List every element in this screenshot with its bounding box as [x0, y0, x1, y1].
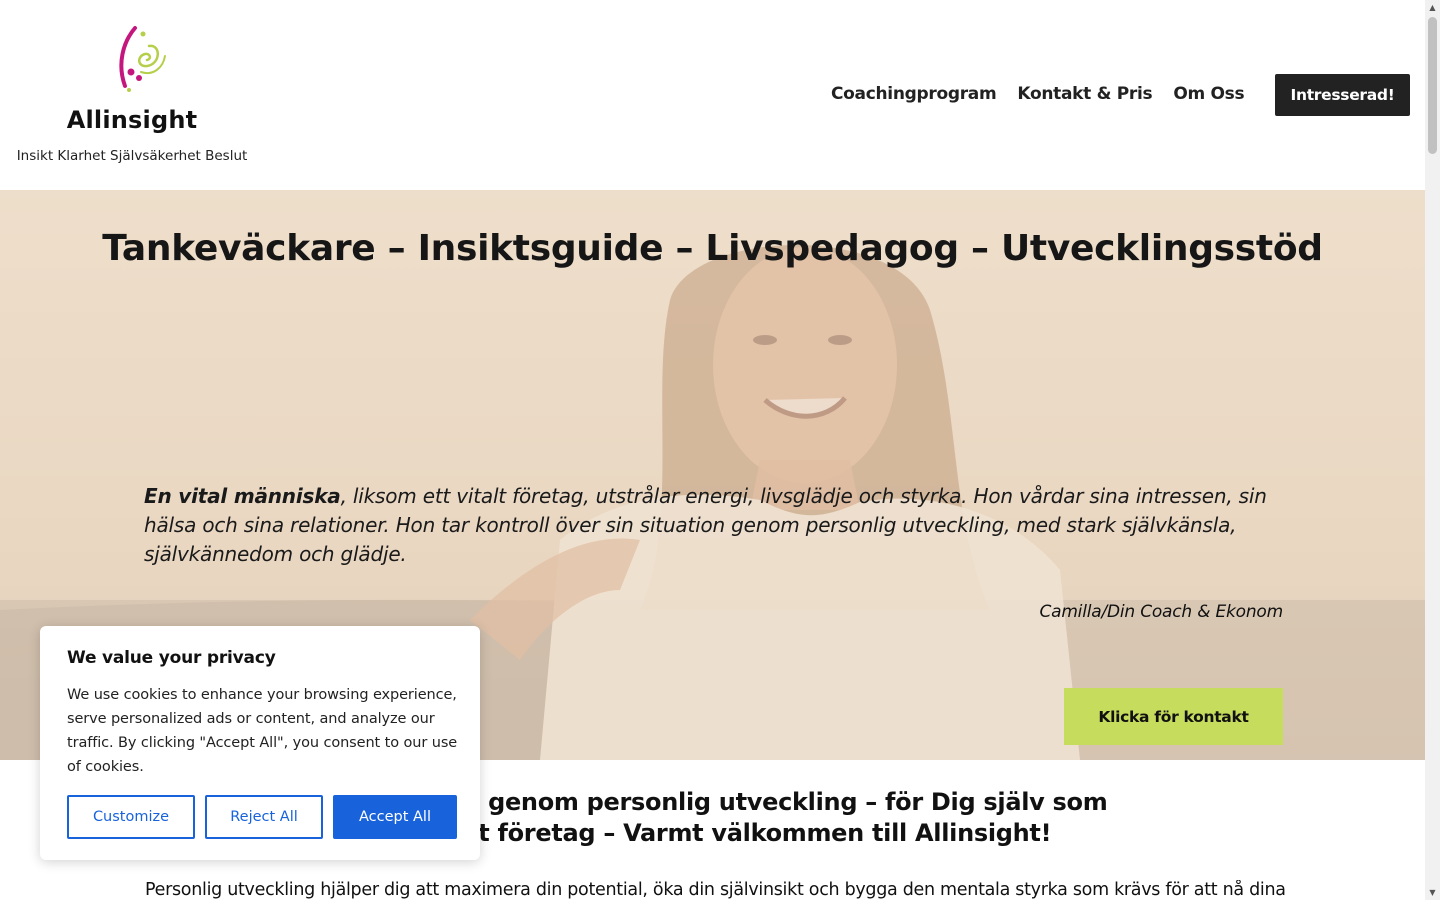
contact-cta-button[interactable]: Klicka för kontakt [1064, 688, 1283, 745]
intro-paragraph: Personlig utveckling hjälper dig att max… [145, 880, 1285, 900]
site-logo[interactable]: Allinsight Insikt Klarhet Självsäkerhet … [15, 16, 249, 176]
cookie-title: We value your privacy [67, 648, 276, 668]
cookie-button-group: Customize Reject All Accept All [67, 795, 457, 839]
site-tagline: Insikt Klarhet Självsäkerhet Beslut [16, 148, 248, 164]
scroll-up-arrow-icon[interactable]: ▲ [1425, 0, 1440, 15]
logo-swirl-icon [119, 26, 166, 92]
page-scrollbar[interactable]: ▲ ▼ [1425, 0, 1440, 900]
cookie-consent-banner: We value your privacy We use cookies to … [40, 626, 480, 860]
site-header: Allinsight Insikt Klarhet Självsäkerhet … [0, 0, 1425, 190]
hero-quote-emphasis: En vital människa [144, 484, 341, 508]
nav-item-coachingprogram[interactable]: Coachingprogram [831, 84, 997, 104]
hero-quote: En vital människa, liksom ett vitalt för… [144, 482, 1284, 569]
hero-title: Tankeväckare – Insiktsguide – Livspedago… [102, 228, 1323, 269]
customize-button[interactable]: Customize [67, 795, 195, 839]
reject-all-button[interactable]: Reject All [205, 795, 323, 839]
scroll-down-arrow-icon[interactable]: ▼ [1425, 885, 1440, 900]
nav-item-kontakt-pris[interactable]: Kontakt & Pris [1017, 84, 1152, 104]
hero-signature: Camilla/Din Coach & Ekonom [1039, 602, 1283, 622]
interested-button[interactable]: Intresserad! [1275, 74, 1410, 116]
scrollbar-thumb[interactable] [1428, 17, 1437, 154]
cookie-description: We use cookies to enhance your browsing … [67, 687, 458, 775]
site-title[interactable]: Allinsight [15, 106, 249, 134]
main-navigation: Coachingprogram Kontakt & Pris Om Oss [831, 84, 1245, 104]
accept-all-button[interactable]: Accept All [333, 795, 457, 839]
nav-item-om-oss[interactable]: Om Oss [1173, 84, 1244, 104]
